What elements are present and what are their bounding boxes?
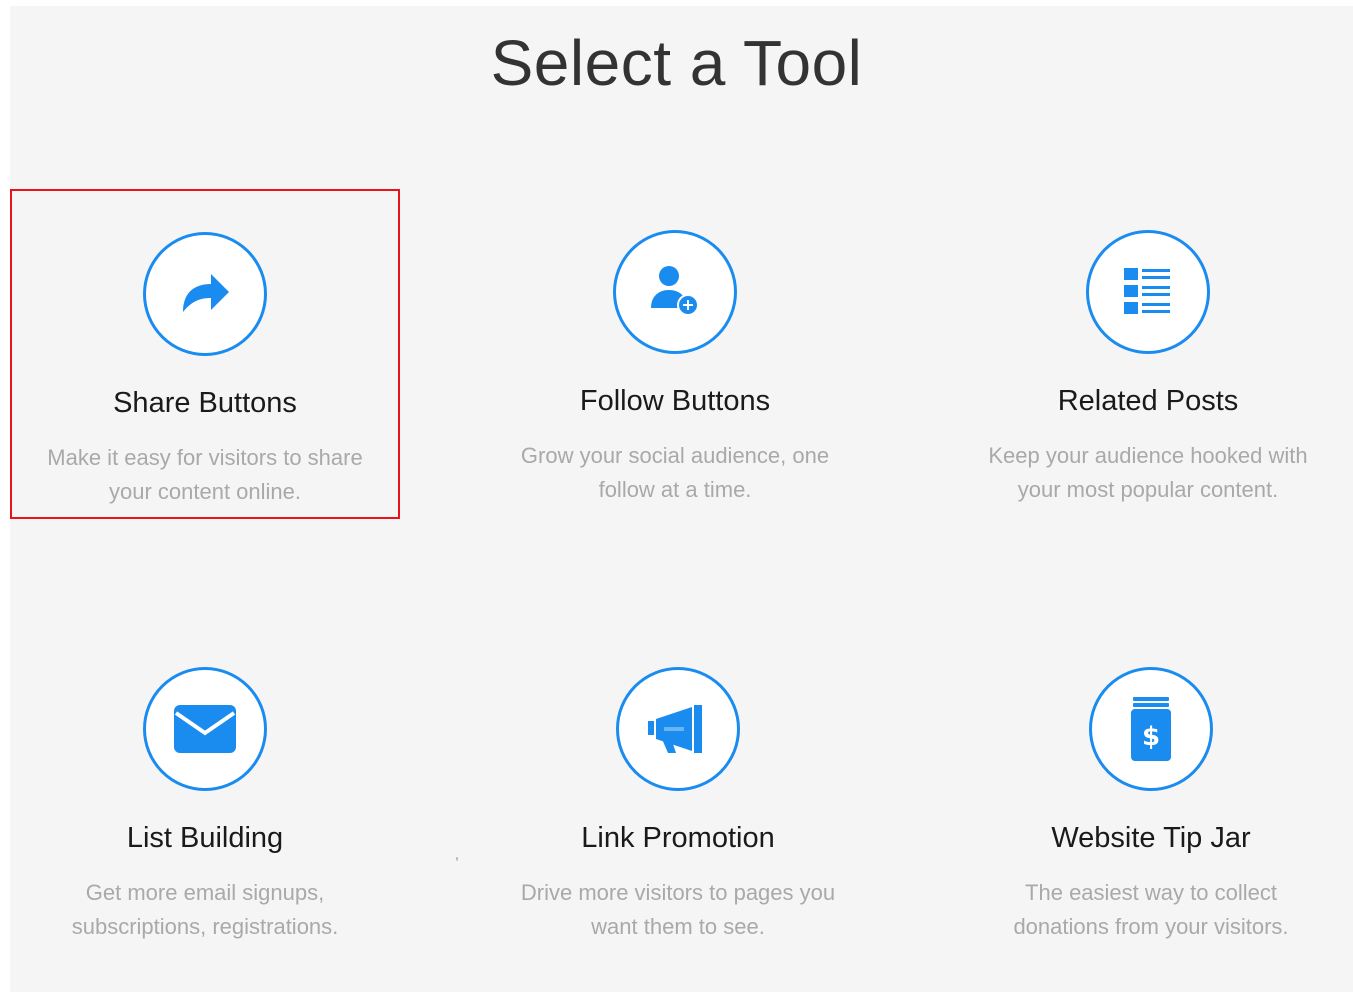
list-icon <box>1124 268 1170 314</box>
envelope-icon <box>174 705 236 753</box>
share-icon-circle <box>143 232 267 356</box>
share-arrow-icon <box>183 274 229 312</box>
stray-mark: , <box>455 846 459 862</box>
svg-text:$: $ <box>1142 722 1160 752</box>
tool-card-related-posts[interactable]: Related Posts Keep your audience hooked … <box>953 189 1343 519</box>
tool-description: Keep your audience hooked with your most… <box>988 443 1308 502</box>
megaphone-icon <box>648 705 702 753</box>
tool-name: Related Posts <box>1057 385 1239 417</box>
tip-jar-icon-circle: $ <box>1089 667 1213 791</box>
tool-name: Share Buttons <box>113 387 297 419</box>
tool-name: Link Promotion <box>581 822 775 854</box>
tool-card-share-buttons[interactable]: Share Buttons Make it easy for visitors … <box>10 189 400 519</box>
list-building-icon-circle <box>143 667 267 791</box>
tool-name: Website Tip Jar <box>1051 822 1251 854</box>
related-icon-circle <box>1086 230 1210 354</box>
tool-name: List Building <box>126 822 284 854</box>
tool-description: Get more email signups, subscriptions, r… <box>71 880 339 939</box>
tool-card-follow-buttons[interactable]: Follow Buttons Grow your social audience… <box>480 189 870 519</box>
tool-description: Drive more visitors to pages you want th… <box>520 880 836 939</box>
tool-name: Follow Buttons <box>579 385 771 417</box>
tip-jar-icon: $ <box>1131 697 1171 761</box>
tool-description: Make it easy for visitors to share your … <box>47 445 363 504</box>
tool-card-website-tip-jar[interactable]: $ Website Tip Jar The easiest way to col… <box>956 626 1346 956</box>
tool-description: Grow your social audience, one follow at… <box>520 443 830 502</box>
follow-icon-circle <box>613 230 737 354</box>
tool-card-link-promotion[interactable]: Link Promotion Drive more visitors to pa… <box>483 626 873 956</box>
tool-card-list-building[interactable]: List Building Get more email signups, su… <box>10 626 400 956</box>
page-title: Select a Tool <box>490 27 863 99</box>
link-promotion-icon-circle <box>616 667 740 791</box>
add-user-icon <box>651 266 699 316</box>
tool-description: The easiest way to collect donations fro… <box>1013 880 1289 939</box>
